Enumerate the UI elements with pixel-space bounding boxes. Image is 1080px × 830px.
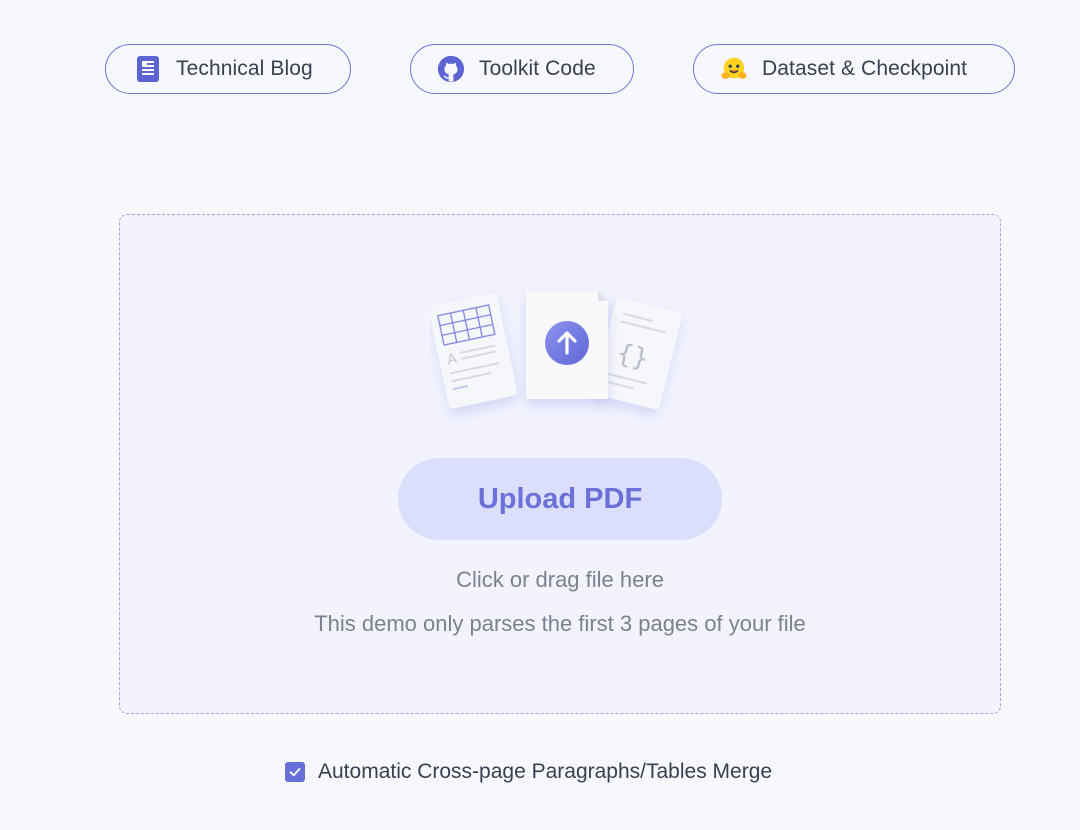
upload-arrow-icon [545,321,589,365]
toolkit-code-label: Toolkit Code [479,57,596,80]
document-icon [134,55,162,83]
technical-blog-link[interactable]: Technical Blog [105,44,351,94]
upload-pdf-button[interactable]: Upload PDF [398,458,722,540]
table-document-icon: A [428,292,518,409]
cross-page-merge-checkbox[interactable] [285,762,305,782]
page-limit-note: This demo only parses the first 3 pages … [314,611,806,636]
cross-page-merge-option[interactable]: Automatic Cross-page Paragraphs/Tables M… [285,760,772,784]
technical-blog-label: Technical Blog [176,57,313,80]
hugging-face-icon [720,55,748,83]
toolkit-code-link[interactable]: Toolkit Code [410,44,634,94]
upload-illustration: A {} [428,283,690,423]
cross-page-merge-label: Automatic Cross-page Paragraphs/Tables M… [318,760,773,783]
upload-hint: Click or drag file here [456,567,664,592]
dataset-checkpoint-link[interactable]: Dataset & Checkpoint [693,44,1015,94]
dataset-checkpoint-label: Dataset & Checkpoint [762,57,968,80]
check-icon [289,767,301,777]
github-icon [437,55,465,83]
upload-dropzone[interactable]: A {} Upload PDF Click or drag file here … [119,214,1001,714]
